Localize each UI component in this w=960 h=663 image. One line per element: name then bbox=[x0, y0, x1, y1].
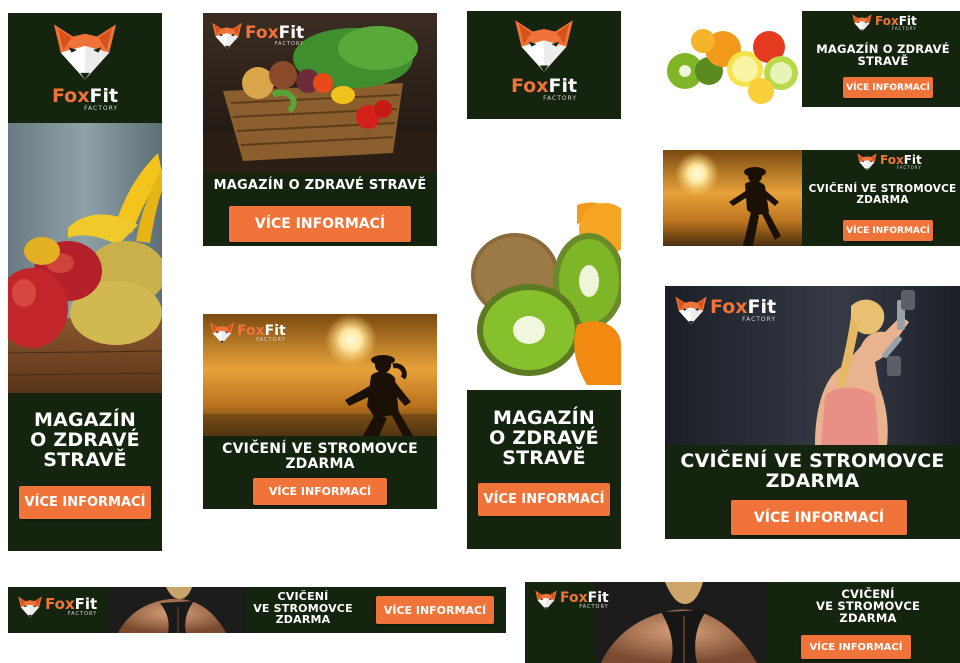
ad-headline: CVIČENÍ VE STROMOVCE ZDARMA bbox=[680, 450, 945, 492]
brand-logo: FoxFit FACTORY bbox=[674, 296, 776, 325]
brand-logo: FoxFit FACTORY bbox=[856, 153, 922, 171]
brand-logo: FoxFit FACTORY bbox=[211, 22, 304, 50]
brand-logo: FoxFit FACTORY bbox=[851, 14, 917, 32]
ad-headline: MAGAZÍN O ZDRAVÉ STRAVĚ bbox=[816, 42, 950, 69]
fox-head-icon bbox=[534, 590, 558, 610]
ad-headline: CVIČENÍ VE STROMOVCE ZDARMA bbox=[253, 590, 353, 627]
brand-word-b: Fit bbox=[747, 296, 777, 318]
ad-banner-back[interactable]: FoxFit FACTORY CVIČENÍ VE STROMOVCE ZDAR… bbox=[525, 582, 960, 663]
ad-banner-citrus[interactable]: FoxFit FACTORY MAGAZÍN O ZDRAVÉ STRAVĚ V… bbox=[663, 11, 960, 107]
brand-word-b: Fit bbox=[89, 85, 119, 107]
cta-button[interactable]: VÍCE INFORMACÍ bbox=[843, 77, 933, 98]
ad-square-logo[interactable]: FoxFit FACTORY bbox=[467, 11, 621, 119]
fox-head-icon bbox=[851, 14, 873, 32]
fox-head-icon bbox=[856, 153, 878, 171]
brand-sub: FACTORY bbox=[67, 611, 98, 617]
fox-head-icon bbox=[674, 296, 708, 325]
brand-word-a: Fox bbox=[245, 23, 279, 43]
back-muscles-photo bbox=[595, 582, 765, 663]
brand-sub: FACTORY bbox=[742, 316, 777, 323]
cta-button[interactable]: VÍCE INFORMACÍ bbox=[229, 206, 411, 242]
ad-banner-runner[interactable]: FoxFit FACTORY CVIČENÍ VE STROMOVCE ZDAR… bbox=[663, 150, 960, 246]
brand-logo: FoxFit FACTORY bbox=[30, 23, 140, 112]
brand-word-a: Fox bbox=[510, 75, 549, 97]
brand-word-b: Fit bbox=[548, 75, 578, 97]
fox-head-icon bbox=[512, 19, 576, 73]
fox-head-icon bbox=[211, 22, 243, 50]
cta-button[interactable]: VÍCE INFORMACÍ bbox=[19, 486, 151, 519]
cta-button[interactable]: VÍCE INFORMACÍ bbox=[478, 483, 610, 516]
ad-leaderboard[interactable]: FoxFit FACTORY CVIČENÍ VE STROMOVCE ZDAR… bbox=[8, 587, 506, 633]
brand-word-a: Fox bbox=[710, 296, 748, 318]
brand-sub: FACTORY bbox=[891, 26, 917, 31]
cta-button[interactable]: VÍCE INFORMACÍ bbox=[731, 500, 907, 535]
fox-head-icon bbox=[17, 596, 43, 618]
brand-logo: FoxFit FACTORY bbox=[209, 322, 286, 344]
brand-word-a: Fox bbox=[51, 85, 90, 107]
brand-sub: FACTORY bbox=[896, 165, 922, 170]
back-muscles-photo bbox=[108, 587, 246, 633]
cta-button[interactable]: VÍCE INFORMACÍ bbox=[801, 635, 911, 659]
brand-sub: FACTORY bbox=[543, 95, 578, 102]
ad-headline: CVIČENÍ VE STROMOVCE ZDARMA bbox=[222, 441, 418, 472]
citrus-photo bbox=[663, 11, 802, 107]
ad-headline: CVIČENÍ VE STROMOVCE ZDARMA bbox=[808, 183, 957, 207]
ad-headline: MAGAZÍN O ZDRAVÉ STRAVĚ bbox=[489, 407, 599, 469]
cta-button[interactable]: VÍCE INFORMACÍ bbox=[843, 220, 933, 241]
brand-sub: FACTORY bbox=[84, 105, 119, 112]
brand-word-b: Fit bbox=[278, 23, 305, 43]
runner-sunset-photo bbox=[663, 150, 802, 246]
fox-head-icon bbox=[209, 322, 235, 344]
brand-logo: FoxFit FACTORY bbox=[534, 590, 609, 610]
ad-skyscraper-fruit[interactable]: FoxFit FACTORY MAGAZÍN O ZDRAVÉ STRAVĚ V… bbox=[8, 13, 162, 551]
fruit-photo bbox=[8, 123, 162, 393]
brand-sub: FACTORY bbox=[579, 603, 609, 610]
brand-sub: FACTORY bbox=[256, 336, 286, 343]
cta-button[interactable]: VÍCE INFORMACÍ bbox=[376, 596, 494, 624]
ad-large-dumbbell[interactable]: FoxFit FACTORY CVIČENÍ VE STROMOVCE ZDAR… bbox=[665, 286, 960, 539]
brand-logo: FoxFit FACTORY bbox=[17, 596, 97, 618]
kiwi-orange-photo bbox=[467, 195, 621, 390]
brand-logo: FoxFit FACTORY bbox=[489, 19, 599, 102]
ad-rectangle-runner[interactable]: FoxFit FACTORY CVIČENÍ VE STROMOVCE ZDAR… bbox=[203, 314, 437, 509]
cta-button[interactable]: VÍCE INFORMACÍ bbox=[253, 478, 387, 505]
ad-headline: CVIČENÍ VE STROMOVCE ZDARMA bbox=[815, 587, 921, 626]
ad-headline: MAGAZÍN O ZDRAVÉ STRAVĚ bbox=[30, 409, 140, 471]
fox-head-icon bbox=[51, 23, 119, 81]
ad-rectangle-vegetables[interactable]: FoxFit FACTORY MAGAZÍN O ZDRAVÉ STRAVĚ V… bbox=[203, 13, 437, 246]
ad-headline: MAGAZÍN O ZDRAVÉ STRAVĚ bbox=[213, 178, 427, 193]
brand-sub: FACTORY bbox=[274, 41, 305, 47]
ad-half-page-kiwi[interactable]: MAGAZÍN O ZDRAVÉ STRAVĚ VÍCE INFORMACÍ bbox=[467, 195, 621, 549]
